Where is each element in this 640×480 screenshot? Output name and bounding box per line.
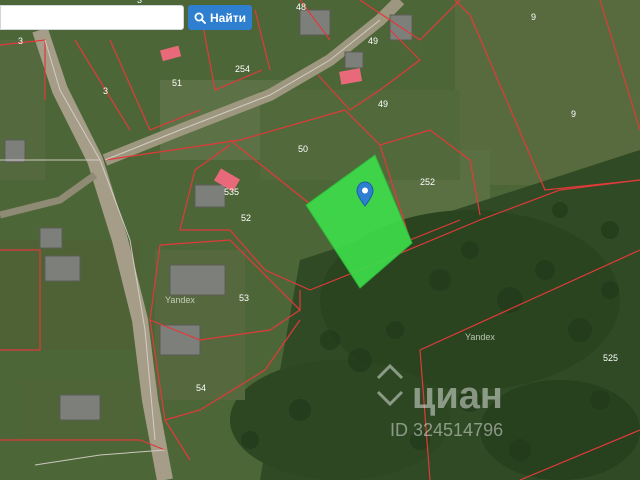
- map-canvas[interactable]: 3 48 9 254 49 51 3 49 9 50 252 535 52 53…: [0, 0, 640, 480]
- plot-label: 52: [241, 213, 251, 223]
- plot-label: 49: [378, 99, 388, 109]
- watermark-brand: циан: [412, 375, 503, 417]
- plot-label: 3: [18, 36, 23, 46]
- plot-label: 49: [368, 36, 378, 46]
- plot-label: 50: [298, 144, 308, 154]
- plot-label: 51: [172, 78, 182, 88]
- plot-label: 252: [420, 177, 435, 187]
- search-icon: [194, 12, 206, 24]
- search-button[interactable]: Найти: [188, 5, 252, 30]
- plot-label: 9: [531, 12, 536, 22]
- plot-label: 9: [571, 109, 576, 119]
- plot-label: 254: [235, 64, 250, 74]
- watermark-id: ID 324514796: [390, 420, 503, 440]
- map-provider-mark: Yandex: [465, 332, 495, 342]
- plot-label: 535: [224, 187, 239, 197]
- search-input[interactable]: [1, 6, 183, 29]
- plot-label: 525: [603, 353, 618, 363]
- plot-label: 48: [296, 2, 306, 12]
- map-provider-mark: Yandex: [165, 295, 195, 305]
- search-button-label: Найти: [210, 10, 246, 25]
- search-bar: [0, 5, 184, 30]
- plot-label: 53: [239, 293, 249, 303]
- plot-label: 54: [196, 383, 206, 393]
- plot-label: 3: [103, 86, 108, 96]
